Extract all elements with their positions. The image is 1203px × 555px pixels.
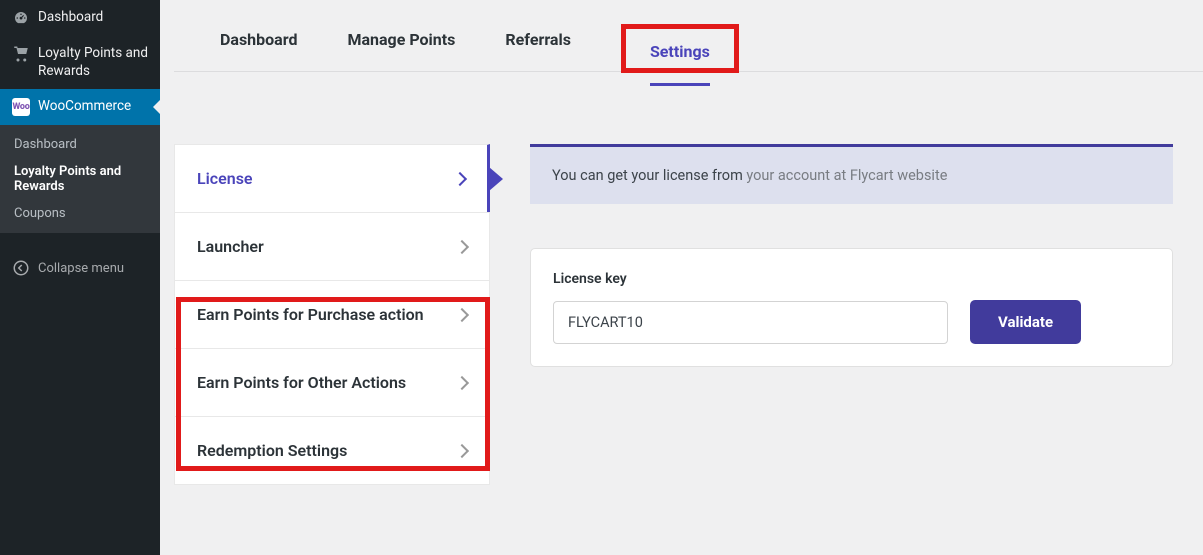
chevron-right-icon <box>455 239 469 253</box>
settings-menu-earn-purchase[interactable]: Earn Points for Purchase action <box>174 280 490 349</box>
collapse-menu-button[interactable]: Collapse menu <box>0 247 160 289</box>
banner-text: You can get your license from <box>552 167 746 184</box>
sidebar-item-label: Loyalty Points and Rewards <box>38 45 148 80</box>
settings-menu-earn-other[interactable]: Earn Points for Other Actions <box>174 348 490 417</box>
settings-menu-redemption[interactable]: Redemption Settings <box>174 416 490 485</box>
license-label: License key <box>553 271 948 287</box>
submenu-item-coupons[interactable]: Coupons <box>0 200 160 227</box>
settings-content-row: License Launcher Earn Points for Purchas… <box>174 72 1203 484</box>
sidebar-submenu: Dashboard Loyalty Points and Rewards Cou… <box>0 125 160 233</box>
annotation-highlight: Settings <box>621 24 739 73</box>
collapse-label: Collapse menu <box>38 261 124 276</box>
tab-settings[interactable]: Settings <box>650 42 710 86</box>
sidebar-item-label: Dashboard <box>38 9 103 27</box>
collapse-icon <box>12 259 30 277</box>
submenu-item-dashboard[interactable]: Dashboard <box>0 131 160 158</box>
validate-button[interactable]: Validate <box>970 300 1081 344</box>
banner-link[interactable]: your account at Flycart website <box>746 167 947 184</box>
license-key-input[interactable] <box>553 301 948 344</box>
license-info-banner: You can get your license from your accou… <box>530 144 1173 204</box>
settings-side-menu: License Launcher Earn Points for Purchas… <box>174 144 490 484</box>
tab-manage-points[interactable]: Manage Points <box>347 30 455 71</box>
wp-admin-sidebar: Dashboard Loyalty Points and Rewards Woo… <box>0 0 160 555</box>
chevron-right-icon <box>455 375 469 389</box>
sidebar-item-loyalty[interactable]: Loyalty Points and Rewards <box>0 36 160 89</box>
woocommerce-icon: Woo <box>12 98 30 116</box>
gauge-icon <box>12 9 30 27</box>
chevron-right-icon <box>455 443 469 457</box>
settings-menu-license[interactable]: License <box>174 144 490 213</box>
settings-menu-label: Earn Points for Other Actions <box>197 373 416 392</box>
sidebar-item-dashboard[interactable]: Dashboard <box>0 0 160 36</box>
tab-dashboard[interactable]: Dashboard <box>220 30 297 71</box>
top-tabs: Dashboard Manage Points Referrals Settin… <box>174 0 1203 72</box>
license-card: License key Validate <box>530 248 1173 367</box>
chevron-right-icon <box>453 171 467 185</box>
sidebar-item-woocommerce[interactable]: Woo WooCommerce <box>0 89 160 125</box>
main-content: Dashboard Manage Points Referrals Settin… <box>160 0 1203 555</box>
settings-menu-label: License <box>197 169 263 188</box>
settings-panel: You can get your license from your accou… <box>530 144 1173 367</box>
settings-menu-launcher[interactable]: Launcher <box>174 212 490 281</box>
chevron-right-icon <box>455 307 469 321</box>
sidebar-item-label: WooCommerce <box>38 98 131 116</box>
submenu-item-loyalty[interactable]: Loyalty Points and Rewards <box>0 158 160 200</box>
tab-referrals[interactable]: Referrals <box>505 30 571 71</box>
license-field: License key <box>553 271 948 344</box>
cart-icon <box>12 45 30 63</box>
settings-menu-label: Launcher <box>197 237 274 256</box>
settings-menu-label: Redemption Settings <box>197 441 357 460</box>
settings-menu-label: Earn Points for Purchase action <box>197 305 434 324</box>
